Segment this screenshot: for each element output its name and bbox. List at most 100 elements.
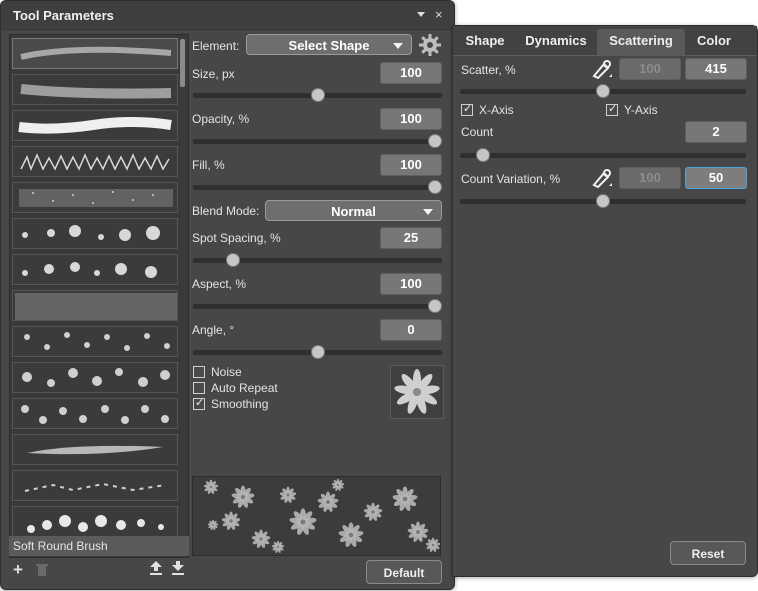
- tab-scattering[interactable]: Scattering: [597, 29, 685, 55]
- selected-brush-name-bar: Soft Round Brush: [9, 536, 189, 556]
- brush-item[interactable]: [12, 38, 178, 69]
- flower-shape-preview[interactable]: [390, 365, 444, 419]
- flower-mark: [221, 511, 241, 530]
- fill-slider[interactable]: [193, 180, 442, 194]
- brush-item[interactable]: [12, 434, 178, 465]
- angle-label: Angle, °: [192, 323, 235, 337]
- noise-checkbox[interactable]: [193, 366, 205, 378]
- scatter-input[interactable]: 415: [685, 58, 747, 80]
- x-axis-checkbox[interactable]: ✓: [461, 103, 473, 116]
- aspect-label: Aspect, %: [192, 277, 247, 291]
- chevron-down-icon: [423, 209, 433, 215]
- import-icon[interactable]: [171, 561, 185, 576]
- brush-list-scrollbar[interactable]: [180, 39, 185, 87]
- opacity-slider-knob[interactable]: [428, 134, 442, 148]
- y-axis-label: Y-Axis: [624, 103, 658, 117]
- tab-shape[interactable]: Shape: [457, 29, 513, 52]
- flower-mark: [331, 478, 345, 491]
- trash-icon[interactable]: [36, 563, 48, 576]
- flower-mark: [425, 537, 440, 552]
- brush-item[interactable]: [12, 146, 178, 177]
- brush-item[interactable]: [12, 74, 178, 105]
- size-slider-knob[interactable]: [311, 88, 325, 102]
- count-variation-label: Count Variation, %: [461, 172, 561, 186]
- aspect-slider-knob[interactable]: [428, 299, 442, 313]
- default-button[interactable]: Default: [366, 560, 442, 584]
- size-slider[interactable]: [193, 88, 442, 102]
- chevron-down-icon: [393, 43, 403, 49]
- panel-title: Tool Parameters: [13, 8, 114, 23]
- angle-slider[interactable]: [193, 345, 442, 359]
- tab-dynamics[interactable]: Dynamics: [519, 29, 593, 52]
- spot-spacing-label: Spot Spacing, %: [192, 231, 281, 245]
- count-variation-slider-knob[interactable]: [596, 194, 610, 208]
- flower-mark: [392, 486, 418, 511]
- brush-item[interactable]: [12, 254, 178, 285]
- brush-item[interactable]: [12, 110, 178, 141]
- auto-repeat-checkbox[interactable]: [193, 382, 205, 394]
- opacity-input[interactable]: 100: [380, 108, 442, 130]
- brush-item[interactable]: [12, 182, 178, 213]
- flower-mark: [271, 540, 285, 553]
- element-select[interactable]: Select Shape: [246, 34, 412, 55]
- fill-slider-knob[interactable]: [428, 180, 442, 194]
- count-variation-input[interactable]: 50: [685, 167, 747, 189]
- scatter-label: Scatter, %: [461, 63, 516, 77]
- check-icon: ✓: [195, 397, 205, 409]
- flower-mark: [363, 502, 383, 521]
- count-variation-slider[interactable]: [460, 194, 746, 208]
- flower-mark: [317, 491, 339, 512]
- blend-mode-label: Blend Mode:: [192, 204, 260, 218]
- angle-input[interactable]: 0: [380, 319, 442, 341]
- brush-item[interactable]: [12, 218, 178, 249]
- count-slider-knob[interactable]: [476, 148, 490, 162]
- count-slider[interactable]: [460, 148, 746, 162]
- tab-color[interactable]: Color: [689, 29, 739, 52]
- reset-button[interactable]: Reset: [670, 541, 746, 565]
- pen-pressure-icon[interactable]: [591, 59, 613, 79]
- element-select-value: Select Shape: [288, 38, 370, 53]
- scatter-slider-knob[interactable]: [596, 84, 610, 98]
- size-input[interactable]: 100: [380, 62, 442, 84]
- opacity-slider[interactable]: [193, 134, 442, 148]
- spot-spacing-input[interactable]: 25: [380, 227, 442, 249]
- element-label: Element:: [192, 39, 240, 53]
- noise-label: Noise: [211, 365, 242, 379]
- y-axis-checkbox[interactable]: ✓: [606, 103, 618, 116]
- flower-mark: [289, 508, 317, 535]
- aspect-input[interactable]: 100: [380, 273, 442, 295]
- flower-mark: [231, 485, 255, 508]
- brush-item[interactable]: [12, 326, 178, 357]
- brush-item[interactable]: [12, 398, 178, 429]
- smoothing-checkbox[interactable]: ✓: [193, 397, 205, 410]
- blend-mode-select[interactable]: Normal: [265, 200, 442, 221]
- angle-slider-knob[interactable]: [311, 345, 325, 359]
- flower-mark: [338, 522, 364, 547]
- count-input[interactable]: 2: [685, 121, 747, 143]
- check-icon: ✓: [608, 103, 618, 115]
- add-icon[interactable]: +: [13, 560, 23, 580]
- fill-input[interactable]: 100: [380, 154, 442, 176]
- selected-brush-name: Soft Round Brush: [13, 539, 108, 553]
- brush-item[interactable]: [12, 470, 178, 501]
- brush-stroke-preview: [192, 476, 441, 556]
- gear-icon[interactable]: [419, 34, 441, 56]
- export-icon[interactable]: [149, 561, 163, 576]
- brush-item[interactable]: [12, 506, 178, 537]
- flower-mark: [203, 479, 219, 494]
- aspect-slider[interactable]: [193, 299, 442, 313]
- brush-item[interactable]: [12, 362, 178, 393]
- spot-spacing-slider[interactable]: [193, 253, 442, 267]
- blend-mode-value: Normal: [331, 204, 376, 219]
- size-label: Size, px: [192, 67, 235, 81]
- opacity-label: Opacity, %: [192, 112, 250, 126]
- brush-item[interactable]: [12, 290, 178, 321]
- spot-spacing-slider-knob[interactable]: [226, 253, 240, 267]
- panel-menu-icon[interactable]: [417, 12, 425, 17]
- pen-pressure-icon[interactable]: [591, 168, 613, 188]
- flower-mark: [279, 486, 297, 503]
- brush-dynamics-panel: Shape Dynamics Scattering Color Scatter,…: [452, 25, 758, 577]
- scatter-slider[interactable]: [460, 84, 746, 98]
- panel-titlebar: Tool Parameters ×: [1, 1, 454, 30]
- close-icon[interactable]: ×: [435, 7, 443, 22]
